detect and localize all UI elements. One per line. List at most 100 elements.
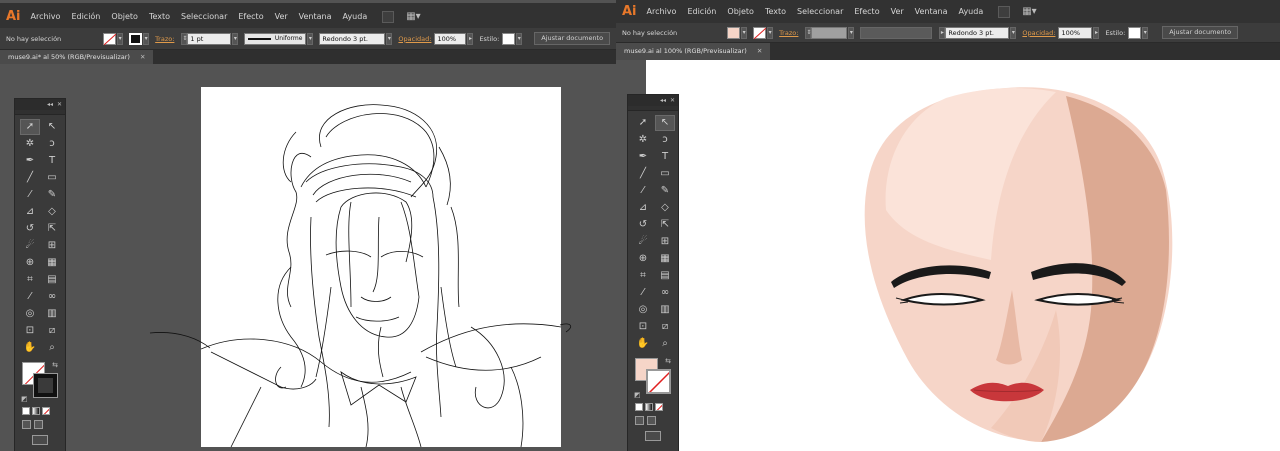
chevron-down-icon[interactable]: ▾ xyxy=(516,32,523,45)
opacity-label[interactable]: Opacidad: xyxy=(1022,29,1055,37)
stroke-control[interactable]: ▾ xyxy=(753,26,774,39)
artboard[interactable] xyxy=(646,60,1280,451)
chevron-down-icon[interactable]: ▾ xyxy=(848,26,855,39)
trazo-label[interactable]: Trazo: xyxy=(155,35,174,43)
gradient-tool[interactable]: ▤ xyxy=(655,268,675,284)
stroke-none-swatch[interactable] xyxy=(753,26,767,39)
stroke-weight[interactable]: ⇕ 1 pt ▾ xyxy=(180,32,239,45)
collapse-icon[interactable]: ◂◂ xyxy=(47,101,53,108)
opacity-field[interactable]: 100% xyxy=(1058,26,1093,39)
fit-document-control[interactable]: Ajustar documento xyxy=(534,32,611,45)
fill-none-swatch[interactable] xyxy=(103,32,117,45)
menu-ventana[interactable]: Ventana xyxy=(915,7,948,16)
stroke-control[interactable]: ▾ xyxy=(129,32,150,45)
style-control[interactable]: ▾ xyxy=(502,32,523,45)
style-swatch[interactable] xyxy=(502,32,516,45)
stroke-profile[interactable] xyxy=(860,26,933,39)
lasso-tool[interactable]: ↄ xyxy=(42,136,62,152)
gradient-tool[interactable]: ▤ xyxy=(42,272,62,288)
paintbrush-tool[interactable]: ⁄ xyxy=(20,187,40,203)
screen-mode-icon[interactable] xyxy=(32,435,48,445)
menu-ver[interactable]: Ver xyxy=(275,12,288,21)
fit-document-button[interactable]: Ajustar documento xyxy=(1162,26,1239,39)
zoom-tool[interactable]: ⌕ xyxy=(655,336,675,352)
chevron-down-icon[interactable]: ▾ xyxy=(386,32,393,45)
close-icon[interactable]: ✕ xyxy=(670,97,675,104)
menu-archivo[interactable]: Archivo xyxy=(647,7,677,16)
pencil-tool[interactable]: ✎ xyxy=(655,183,675,199)
brush-field[interactable]: Redondo 3 pt. xyxy=(945,26,1010,39)
type-tool[interactable]: T xyxy=(655,149,675,165)
gradient-mode-icon[interactable] xyxy=(32,407,40,415)
stroke-profile-field[interactable]: Uniforme xyxy=(244,32,307,45)
menu-objeto[interactable]: Objeto xyxy=(111,12,138,21)
chevron-down-icon[interactable]: ▾ xyxy=(741,26,748,39)
stroke-box[interactable] xyxy=(33,373,58,398)
color-mode-icon[interactable] xyxy=(22,407,30,415)
chevron-right-icon[interactable]: ▸ xyxy=(467,32,474,45)
menu-ver[interactable]: Ver xyxy=(891,7,904,16)
opacity-field[interactable]: 100% xyxy=(434,32,467,45)
close-icon[interactable]: ✕ xyxy=(57,101,62,108)
symbol-sprayer-tool[interactable]: ◎ xyxy=(633,302,653,318)
trazo-label[interactable]: Trazo: xyxy=(779,29,798,37)
menu-texto[interactable]: Texto xyxy=(149,12,170,21)
stroke-weight-field[interactable] xyxy=(811,26,848,39)
artboard[interactable] xyxy=(201,87,561,447)
slice-tool[interactable]: ⧄ xyxy=(42,323,62,339)
screen-mode-icon[interactable] xyxy=(645,431,661,441)
opacity-label[interactable]: Opacidad: xyxy=(398,35,431,43)
direct-selection-tool[interactable]: ↖ xyxy=(655,115,675,131)
opacity-control[interactable]: 100% ▸ xyxy=(1058,26,1100,39)
eyedropper-tool[interactable]: ⁄ xyxy=(20,289,40,305)
blend-tool[interactable]: ∞ xyxy=(655,285,675,301)
chevron-down-icon[interactable]: ▾ xyxy=(307,32,314,45)
scale-tool[interactable]: ⇱ xyxy=(655,217,675,233)
menu-ayuda[interactable]: Ayuda xyxy=(343,12,368,21)
column-graph-tool[interactable]: ▥ xyxy=(42,306,62,322)
free-transform-tool[interactable]: ⊞ xyxy=(655,234,675,250)
direct-selection-tool[interactable]: ↖ xyxy=(42,119,62,135)
eyedropper-tool[interactable]: ⁄ xyxy=(633,285,653,301)
warp-tool[interactable]: ☄ xyxy=(20,238,40,254)
chevron-down-icon[interactable]: ▾ xyxy=(1010,26,1017,39)
shape-builder-tool[interactable]: ⊕ xyxy=(633,251,653,267)
pen-tool[interactable]: ✒ xyxy=(20,153,40,169)
style-control[interactable]: ▾ xyxy=(1128,26,1149,39)
menu-seleccionar[interactable]: Seleccionar xyxy=(797,7,843,16)
rectangle-tool[interactable]: ▭ xyxy=(655,166,675,182)
gradient-mode-icon[interactable] xyxy=(645,403,653,411)
draw-normal-icon[interactable] xyxy=(635,416,644,425)
eraser-tool[interactable]: ◇ xyxy=(655,200,675,216)
brush-definition[interactable]: ▸ Redondo 3 pt. ▾ xyxy=(938,26,1017,39)
magic-wand-tool[interactable]: ✲ xyxy=(20,136,40,152)
perspective-grid-tool[interactable]: ▦ xyxy=(655,251,675,267)
close-icon[interactable]: ✕ xyxy=(140,53,145,61)
bridge-button[interactable] xyxy=(382,10,395,23)
pen-tool[interactable]: ✒ xyxy=(633,149,653,165)
fill-control[interactable]: ▾ xyxy=(103,32,124,45)
chevron-down-icon[interactable]: ▾ xyxy=(767,26,774,39)
stroke-profile[interactable]: Uniforme ▾ xyxy=(244,32,314,45)
pencil-tool[interactable]: ✎ xyxy=(42,187,62,203)
menu-ayuda[interactable]: Ayuda xyxy=(959,7,984,16)
swap-arrow-icon[interactable]: ⇆ xyxy=(52,361,58,369)
hand-tool[interactable]: ✋ xyxy=(20,340,40,356)
default-colors-icon[interactable]: ◩ xyxy=(21,395,28,403)
blob-brush-tool[interactable]: ⊿ xyxy=(20,204,40,220)
menu-ventana[interactable]: Ventana xyxy=(299,12,332,21)
color-mode-icon[interactable] xyxy=(635,403,643,411)
style-swatch[interactable] xyxy=(1128,26,1142,39)
mesh-tool[interactable]: ⌗ xyxy=(633,268,653,284)
brush-definition[interactable]: Redondo 3 pt. ▾ xyxy=(319,32,393,45)
menu-efecto[interactable]: Efecto xyxy=(854,7,879,16)
fill-control[interactable]: ▾ xyxy=(727,26,748,39)
menu-edicion[interactable]: Edición xyxy=(71,12,100,21)
blob-brush-tool[interactable]: ⊿ xyxy=(633,200,653,216)
close-icon[interactable]: ✕ xyxy=(757,47,762,55)
fill-swatch[interactable] xyxy=(727,26,741,39)
blend-tool[interactable]: ∞ xyxy=(42,289,62,305)
selection-tool[interactable]: ➚ xyxy=(20,119,40,135)
arrange-documents-icon[interactable]: ▦▾ xyxy=(406,11,420,22)
menu-seleccionar[interactable]: Seleccionar xyxy=(181,12,227,21)
